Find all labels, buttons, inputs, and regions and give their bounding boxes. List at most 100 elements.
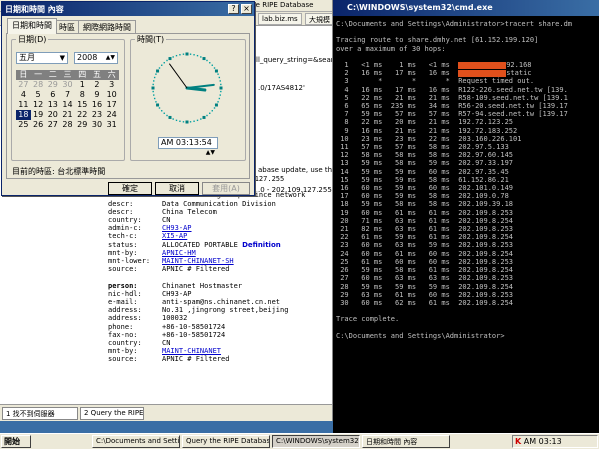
calendar-day[interactable]: 30 bbox=[60, 80, 75, 90]
trace-hop: 1 <1 ms 1 ms <1 ms 92.168 bbox=[336, 61, 532, 70]
calendar-day[interactable]: 22 bbox=[75, 110, 90, 120]
calendar-day[interactable]: 30 bbox=[90, 120, 105, 130]
whois-key: phone: bbox=[108, 322, 134, 331]
close-button[interactable]: × bbox=[241, 4, 252, 14]
trace-hop: 17 60 ms 59 ms 58 ms 202.109.0.78 bbox=[336, 192, 509, 201]
tab-timezone[interactable]: 時區 bbox=[54, 20, 80, 33]
analog-clock bbox=[151, 52, 223, 124]
tab-internet-time[interactable]: 網際網路時間 bbox=[78, 20, 136, 33]
calendar-day[interactable]: 8 bbox=[75, 90, 90, 100]
whois-row: fax-no: +86-10-58501724 bbox=[108, 331, 305, 339]
whois-row: descr: China Telecom bbox=[108, 208, 305, 216]
calendar-day[interactable]: 7 bbox=[60, 90, 75, 100]
cmd-line: C:\Documents and Settings\Administrator>… bbox=[336, 20, 573, 28]
clock-tick bbox=[172, 56, 174, 58]
calendar-day[interactable]: 27 bbox=[45, 120, 60, 130]
whois-row: nic-hdl: CH93-AP bbox=[108, 290, 305, 298]
trace-hop: 3 * * * Request timed out. bbox=[336, 77, 535, 86]
taskbar-item[interactable]: C:\Documents and Setting... bbox=[92, 435, 180, 448]
browser-status-tab[interactable]: 1 找不到伺服器 bbox=[2, 407, 78, 420]
clock-tick bbox=[163, 62, 165, 64]
taskbar-item[interactable]: C:\WINDOWS\system32\... bbox=[272, 435, 360, 448]
calendar-day[interactable]: 29 bbox=[45, 80, 60, 90]
cancel-button[interactable]: 取消 bbox=[155, 182, 199, 195]
clock-tick bbox=[158, 67, 161, 69]
calendar-day[interactable]: 12 bbox=[31, 100, 46, 110]
clock-tick bbox=[218, 76, 221, 79]
calendar-day[interactable]: 28 bbox=[31, 80, 46, 90]
calendar-day[interactable]: 27 bbox=[16, 80, 31, 90]
calendar-day[interactable]: 20 bbox=[45, 110, 60, 120]
calendar-day[interactable]: 26 bbox=[31, 120, 46, 130]
calendar-day[interactable]: 15 bbox=[75, 100, 90, 110]
weekday-header: 六 bbox=[104, 70, 120, 80]
clock-tick bbox=[151, 86, 155, 90]
clock-tick bbox=[152, 90, 154, 93]
month-select[interactable]: 五月 ▼ bbox=[16, 52, 68, 64]
calendar-day[interactable]: 9 bbox=[90, 90, 105, 100]
trace-hop: 26 59 ms 58 ms 61 ms 202.109.8.254 bbox=[336, 266, 514, 275]
whois-link[interactable]: CH93-AP bbox=[162, 224, 192, 232]
whois-link[interactable]: APNIC-HM bbox=[162, 249, 196, 257]
calendar-day[interactable]: 13 bbox=[45, 100, 60, 110]
calendar-day[interactable]: 23 bbox=[90, 110, 105, 120]
time-group-label: 時間(T) bbox=[135, 34, 167, 45]
apply-button[interactable]: 套用(A) bbox=[202, 182, 250, 195]
definition-link[interactable]: Definition bbox=[242, 241, 281, 249]
taskbar-item[interactable]: Query the RIPE Database bbox=[182, 435, 270, 448]
whois-link[interactable]: XI5-AP bbox=[162, 232, 187, 240]
whois-key: e-mail: bbox=[108, 298, 138, 307]
clock-tick bbox=[153, 94, 155, 96]
calendar: 日一二三四五六 27 28 29 30 1 2 3 4 5 6 7 8 9 10 11 12 13 14 15 16 17… bbox=[16, 70, 120, 130]
calendar-day[interactable]: 21 bbox=[60, 110, 75, 120]
whois-row: country: CN bbox=[108, 339, 305, 347]
calendar-day[interactable]: 14 bbox=[60, 100, 75, 110]
calendar-day[interactable]: 1 bbox=[75, 80, 90, 90]
whois-link[interactable]: MAINT-CHINANET bbox=[162, 347, 221, 355]
calendar-day[interactable]: 3 bbox=[104, 80, 119, 90]
trace-hop: 15 59 ms 59 ms 58 ms 61.152.86.21 bbox=[336, 175, 509, 184]
whois-key: descr: bbox=[108, 207, 134, 216]
calendar-day[interactable]: 17 bbox=[104, 100, 119, 110]
calendar-day[interactable]: 2 bbox=[90, 80, 105, 90]
clock-tick bbox=[158, 107, 161, 109]
help-button[interactable]: ? bbox=[228, 4, 239, 14]
clock-tick bbox=[179, 120, 181, 122]
clock-tick bbox=[161, 110, 163, 112]
page-text: abase update, use th bbox=[258, 166, 333, 174]
cmd-line: C:\Documents and Settings\Administrator> bbox=[336, 331, 505, 340]
clock-tick bbox=[161, 64, 163, 66]
calendar-day[interactable]: 10 bbox=[104, 90, 119, 100]
whois-row: mnt-by: APNIC-HM bbox=[108, 249, 305, 257]
calendar-day[interactable]: 11 bbox=[16, 100, 31, 110]
clock-tick bbox=[196, 119, 199, 122]
tab-date-time[interactable]: 日期和時間 bbox=[7, 18, 57, 34]
calendar-day[interactable]: 4 bbox=[16, 90, 31, 100]
k-icon[interactable]: K bbox=[515, 437, 521, 446]
calendar-day[interactable]: 5 bbox=[31, 90, 46, 100]
whois-link[interactable]: MAINT-CHINANET-SH bbox=[162, 257, 234, 265]
calendar-day[interactable]: 28 bbox=[60, 120, 75, 130]
calendar-day[interactable]: 24 bbox=[104, 110, 119, 120]
calendar-day[interactable]: 19 bbox=[31, 110, 46, 120]
start-button[interactable]: 開始 bbox=[1, 435, 31, 448]
taskbar-item[interactable]: 日期和時間 內容 bbox=[362, 435, 450, 448]
calendar-day[interactable]: 31 bbox=[104, 120, 119, 130]
minute-hand bbox=[186, 83, 215, 89]
calendar-day[interactable]: 29 bbox=[75, 120, 90, 130]
spinner-arrows-icon: ▲▼ bbox=[205, 149, 215, 156]
trace-hop: 20 71 ms 63 ms 61 ms 202.109.8.254 bbox=[336, 216, 514, 225]
ok-button[interactable]: 確定 bbox=[108, 182, 152, 195]
clock-tick bbox=[156, 69, 160, 73]
browser-tab[interactable]: lab.biz.ms bbox=[258, 13, 302, 25]
time-input[interactable]: AM 03:13:54 ▲▼ bbox=[158, 137, 218, 156]
browser-status-tab[interactable]: 2 Query the RIPE bbox=[80, 407, 144, 420]
calendar-day[interactable]: 25 bbox=[16, 120, 31, 130]
calendar-day[interactable]: 18 bbox=[16, 110, 31, 120]
browser-tab[interactable]: 大規模 bbox=[305, 13, 332, 25]
year-spinner[interactable]: 2008 ▲▼ bbox=[74, 52, 118, 64]
url-fragment: ll_query_string=&searchtext= bbox=[256, 56, 333, 64]
clock-tick bbox=[220, 90, 222, 93]
calendar-day[interactable]: 16 bbox=[90, 100, 105, 110]
calendar-day[interactable]: 6 bbox=[45, 90, 60, 100]
